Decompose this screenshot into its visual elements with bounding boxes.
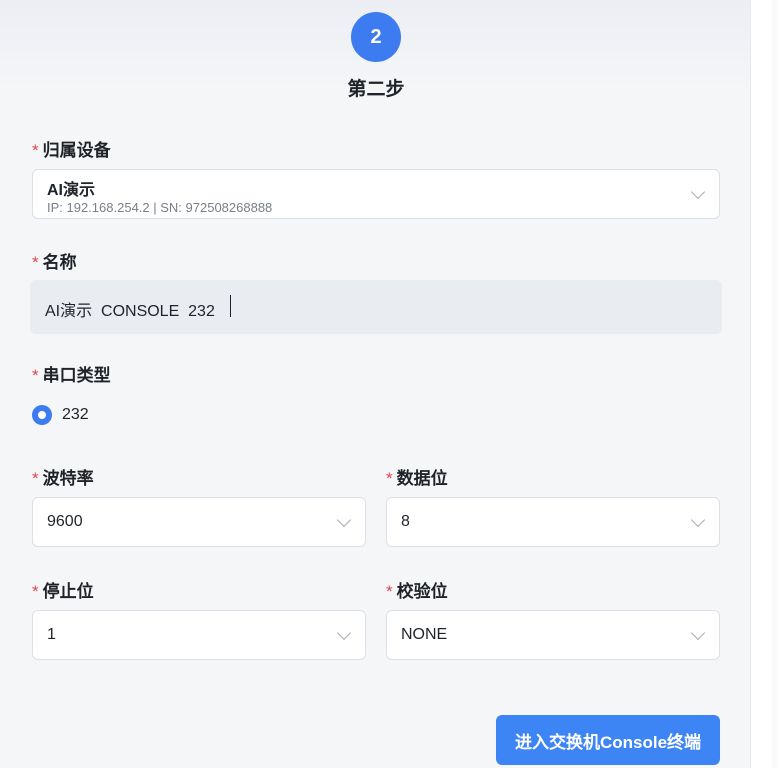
data-bits-label: * 数据位 (386, 464, 448, 489)
required-mark: * (32, 253, 39, 272)
scrollbar[interactable] (772, 0, 778, 768)
device-label-text: 归属设备 (42, 141, 111, 160)
baud-rate-label-text: 波特率 (42, 469, 94, 488)
parity-label-text: 校验位 (396, 582, 448, 601)
serial-type-label-text: 串口类型 (42, 366, 111, 385)
name-label-text: 名称 (42, 253, 77, 272)
baud-rate-value: 9600 (47, 513, 83, 530)
required-mark: * (386, 582, 393, 601)
stop-bits-select[interactable]: 1 (32, 610, 366, 660)
step-number-badge: 2 (351, 12, 401, 62)
radio-232-label[interactable]: 232 (62, 406, 89, 424)
name-input[interactable]: AI演示 CONSOLE 232 (30, 280, 722, 334)
chevron-down-icon (690, 625, 706, 641)
required-mark: * (32, 141, 39, 160)
chevron-down-icon (690, 184, 706, 200)
baud-rate-select[interactable]: 9600 (32, 497, 366, 547)
device-name: AI演示 (47, 182, 96, 199)
chevron-down-icon (336, 625, 352, 641)
device-select[interactable]: AI演示 IP: 192.168.254.2 | SN: 97250826888… (32, 169, 720, 219)
stop-bits-value: 1 (47, 626, 56, 643)
text-caret (230, 295, 231, 317)
parity-label: * 校验位 (386, 577, 448, 602)
device-label: * 归属设备 (32, 136, 111, 161)
name-label: * 名称 (32, 248, 77, 273)
data-bits-select[interactable]: 8 (386, 497, 720, 547)
required-mark: * (32, 582, 39, 601)
chevron-down-icon (690, 512, 706, 528)
chevron-down-icon (336, 512, 352, 528)
data-bits-label-text: 数据位 (396, 469, 448, 488)
device-detail: IP: 192.168.254.2 | SN: 972508268888 (47, 200, 273, 215)
stop-bits-label: * 停止位 (32, 577, 94, 602)
stop-bits-label-text: 停止位 (42, 582, 94, 601)
required-mark: * (32, 366, 39, 385)
required-mark: * (386, 469, 393, 488)
required-mark: * (32, 469, 39, 488)
parity-value: NONE (401, 626, 448, 643)
baud-rate-label: * 波特率 (32, 464, 94, 489)
radio-232[interactable] (32, 405, 52, 425)
enter-console-button[interactable]: 进入交换机Console终端 (496, 715, 720, 765)
name-input-value: AI演示 CONSOLE 232 (45, 303, 215, 320)
serial-type-label: * 串口类型 (32, 361, 111, 386)
parity-select[interactable]: NONE (386, 610, 720, 660)
data-bits-value: 8 (401, 513, 410, 530)
step-title: 第二步 (347, 79, 405, 100)
